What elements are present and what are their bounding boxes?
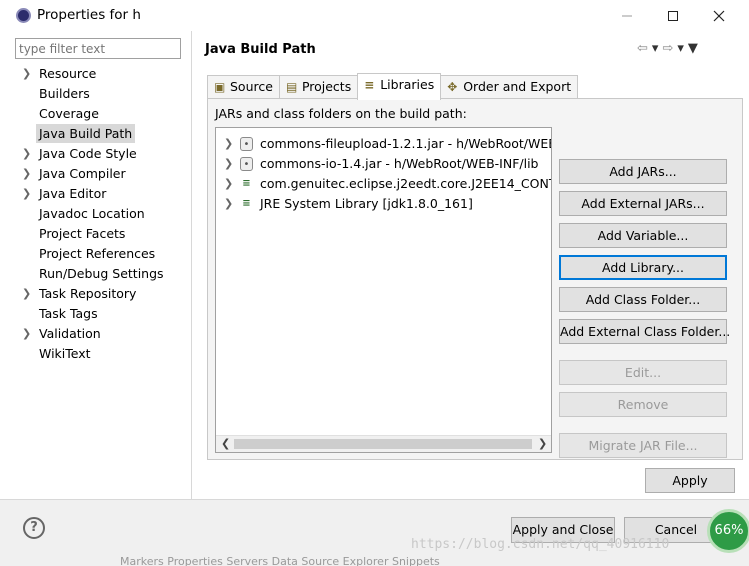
view-menu-icon[interactable]: ▼	[688, 41, 702, 56]
chevron-right-icon[interactable]: ❯	[224, 174, 233, 194]
chevron-right-icon[interactable]: ❯	[22, 184, 31, 204]
jar-icon: •	[240, 157, 253, 171]
forward-icon[interactable]: ⇨	[662, 41, 677, 56]
page-title: Java Build Path	[205, 42, 316, 57]
nav-item-run-debug-settings[interactable]: Run/Debug Settings	[8, 264, 192, 284]
library-icon: ≡	[242, 178, 251, 189]
back-icon[interactable]: ⇦	[637, 41, 652, 56]
page-navigation: ⇦▾⇨▾▼	[637, 41, 702, 56]
build-path-tabs: ▣ Source ▤ Projects ≡ Libraries ✥ Order and …	[207, 73, 579, 100]
nav-item-java-compiler[interactable]: ❯ Java Compiler	[8, 164, 192, 184]
nav-item-builders[interactable]: Builders	[8, 84, 192, 104]
chevron-right-icon[interactable]: ❯	[22, 164, 31, 184]
nav-item-coverage[interactable]: Coverage	[8, 104, 192, 124]
title-bar: Properties for h	[0, 0, 749, 31]
add-class-folder-button[interactable]: Add Class Folder...	[559, 287, 727, 312]
tab-libraries[interactable]: ≡ Libraries	[357, 73, 442, 100]
source-folder-icon: ▣	[214, 80, 226, 94]
apply-button[interactable]: Apply	[645, 468, 735, 493]
migrate-jar-button[interactable]: Migrate JAR File...	[559, 433, 727, 458]
chevron-right-icon[interactable]: ❯	[224, 194, 233, 214]
nav-item-java-code-style[interactable]: ❯ Java Code Style	[8, 144, 192, 164]
build-path-label: JARs and class folders on the build path…	[215, 106, 467, 121]
chevron-right-icon[interactable]: ❯	[22, 324, 31, 344]
chevron-right-icon[interactable]: ❯	[22, 284, 31, 304]
library-icon: ≡	[242, 198, 251, 209]
nav-item-validation[interactable]: ❯ Validation	[8, 324, 192, 344]
close-button[interactable]	[696, 0, 742, 31]
eclipse-icon	[16, 8, 31, 23]
chevron-right-icon[interactable]: ❯	[224, 154, 233, 174]
tree-item-library[interactable]: ❯ ≡ com.genuitec.eclipse.j2eedt.core.J2E…	[216, 174, 551, 194]
add-library-button[interactable]: Add Library...	[559, 255, 727, 280]
properties-dialog: Properties for h ❯Resource Builders Cove…	[0, 0, 749, 566]
tree-item-jar[interactable]: ❯ • commons-io-1.4.jar - h/WebRoot/WEB-I…	[216, 154, 551, 174]
tree-item-library[interactable]: ❯ ≡ JRE System Library [jdk1.8.0_161]	[216, 194, 551, 214]
scrollbar-thumb[interactable]	[234, 439, 532, 449]
forward-menu-icon[interactable]: ▾	[677, 41, 688, 56]
remove-button[interactable]: Remove	[559, 392, 727, 417]
back-menu-icon[interactable]: ▾	[652, 41, 663, 56]
filter-input[interactable]	[15, 38, 181, 59]
maximize-icon	[668, 10, 678, 21]
order-export-icon: ✥	[447, 80, 458, 94]
horizontal-scrollbar[interactable]: ❮ ❯	[216, 435, 551, 452]
nav-item-java-build-path[interactable]: Java Build Path	[8, 124, 192, 144]
build-path-tree[interactable]: ❯ • commons-fileupload-1.2.1.jar - h/Web…	[215, 127, 552, 453]
nav-item-java-editor[interactable]: ❯ Java Editor	[8, 184, 192, 204]
jar-icon: •	[240, 137, 253, 151]
property-pages-pane: ❯Resource Builders Coverage Java Build P…	[8, 31, 192, 499]
property-pages-list: ❯ Resource Builders Coverage Java Build P…	[8, 64, 192, 364]
chevron-right-icon[interactable]: ❯	[22, 144, 31, 164]
minimize-button[interactable]	[604, 0, 650, 31]
maximize-button[interactable]	[650, 0, 696, 31]
edit-button[interactable]: Edit...	[559, 360, 727, 385]
background-view-tabs: Markers Properties Servers Data Source E…	[120, 555, 440, 566]
tree-item-jar[interactable]: ❯ • commons-fileupload-1.2.1.jar - h/Web…	[216, 134, 551, 154]
nav-item-javadoc-location[interactable]: Javadoc Location	[8, 204, 192, 224]
progress-badge: 66%	[707, 509, 749, 553]
nav-item-project-facets[interactable]: Project Facets	[8, 224, 192, 244]
nav-item-wikitext[interactable]: WikiText	[8, 344, 192, 364]
close-icon	[713, 10, 725, 21]
nav-item-task-tags[interactable]: Task Tags	[8, 304, 192, 324]
nav-item-task-repository[interactable]: ❯ Task Repository	[8, 284, 192, 304]
tab-source[interactable]: ▣ Source	[207, 75, 280, 99]
nav-item-resource[interactable]: ❯ Resource	[8, 64, 192, 84]
add-external-class-folder-button[interactable]: Add External Class Folder...	[559, 319, 730, 344]
help-icon[interactable]: ?	[23, 517, 45, 539]
build-path-page: Java Build Path ⇦▾⇨▾▼ ▣ Source ▤ Projects …	[193, 31, 749, 499]
tab-order-and-export[interactable]: ✥ Order and Export	[440, 75, 579, 99]
add-variable-button[interactable]: Add Variable...	[559, 223, 727, 248]
minimize-icon	[622, 15, 632, 16]
libraries-icon: ≡	[364, 78, 375, 92]
window-title: Properties for h	[37, 7, 141, 23]
libraries-panel: JARs and class folders on the build path…	[207, 98, 743, 460]
watermark: https://blog.csdn.net/qq_40916110	[411, 537, 670, 552]
add-external-jars-button[interactable]: Add External JARs...	[559, 191, 727, 216]
scroll-left-icon[interactable]: ❮	[221, 437, 230, 450]
scroll-right-icon[interactable]: ❯	[538, 437, 547, 450]
chevron-right-icon[interactable]: ❯	[22, 64, 31, 84]
add-jars-button[interactable]: Add JARs...	[559, 159, 727, 184]
nav-item-project-references[interactable]: Project References	[8, 244, 192, 264]
projects-icon: ▤	[285, 80, 298, 94]
chevron-right-icon[interactable]: ❯	[224, 134, 233, 154]
tab-projects[interactable]: ▤ Projects	[278, 75, 359, 99]
